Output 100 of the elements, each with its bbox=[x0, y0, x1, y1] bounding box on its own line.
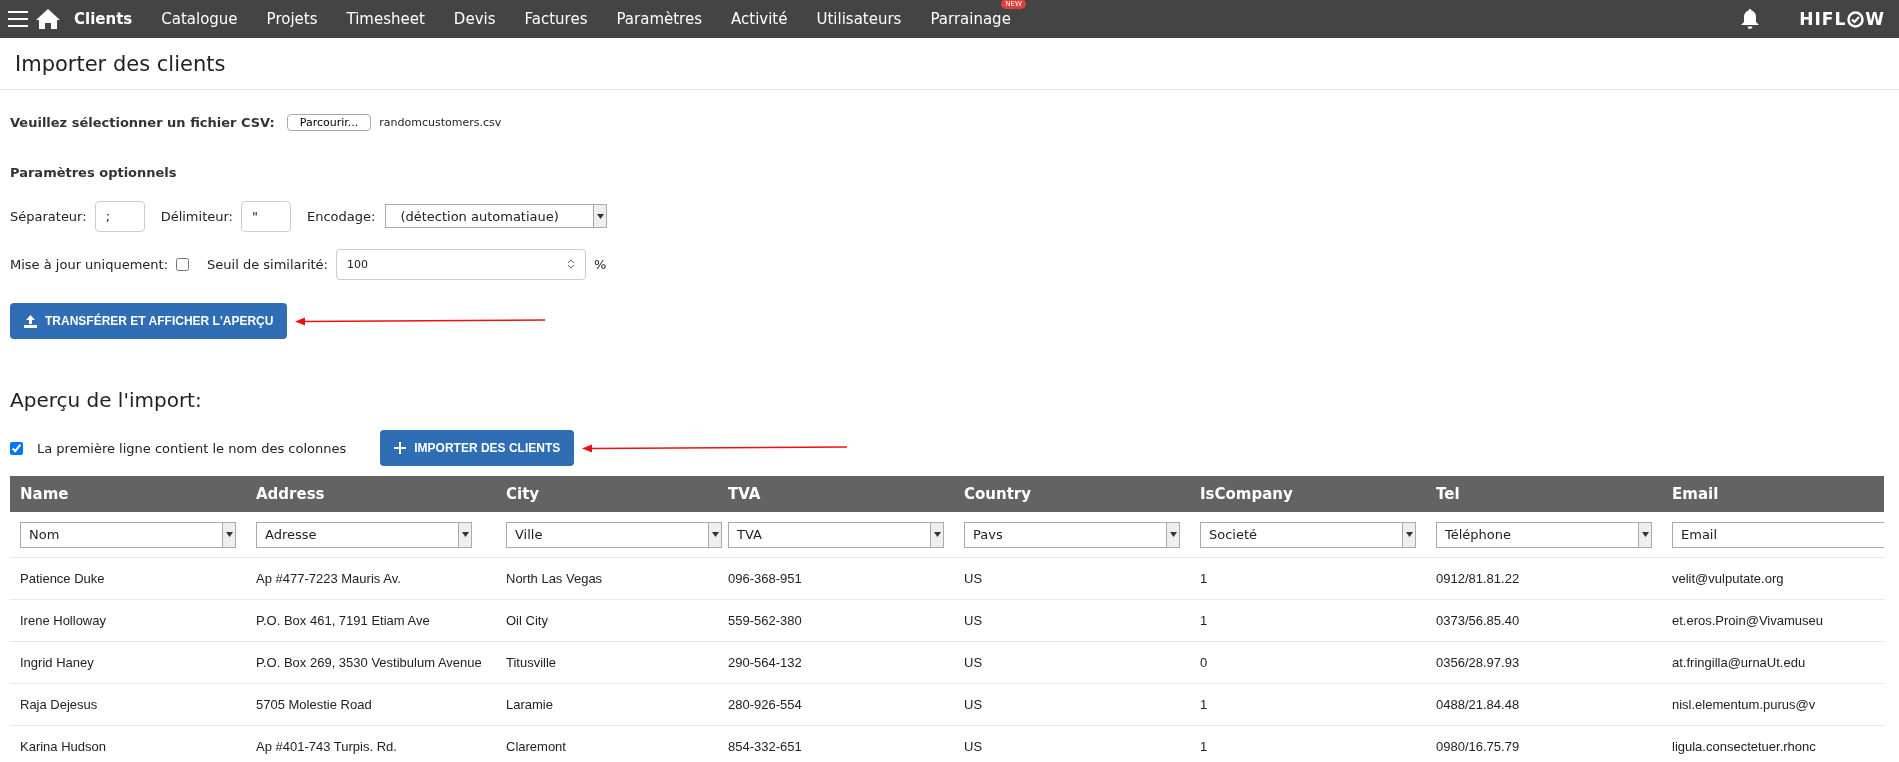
table-cell-text: et.eros.Proin@Vivamuseu bbox=[1671, 613, 1824, 628]
browse-button[interactable]: Parcourir... bbox=[286, 113, 372, 131]
encoding-select[interactable]: (détection automatiaue) bbox=[385, 204, 608, 228]
table-cell-text: 1 bbox=[1199, 613, 1209, 628]
field-label: Seuil de similarité: bbox=[207, 256, 328, 272]
column-header: City bbox=[505, 485, 541, 503]
column-header: Name bbox=[19, 485, 70, 503]
delimiter-field[interactable]: " bbox=[240, 200, 291, 232]
similarity-field[interactable]: 100 bbox=[336, 248, 586, 280]
table-cell-text: 854-332-651 bbox=[727, 739, 803, 754]
caret-icon bbox=[1641, 532, 1649, 537]
table-cell-text: 5705 Molestie Road bbox=[255, 697, 373, 712]
table-cell-text: nisl.elementum.purus@v bbox=[1671, 697, 1817, 712]
table-cell-text: North Las Vegas bbox=[505, 571, 604, 586]
upload-icon bbox=[24, 314, 37, 328]
file-name: randomcustomers.csv bbox=[379, 115, 502, 129]
file-label: Veuillez sélectionner un fichier CSV: bbox=[10, 114, 275, 130]
table-cell-text: Ap #477-7223 Mauris Av. bbox=[255, 571, 402, 586]
caret-icon bbox=[933, 532, 941, 537]
table-cell-text: Oil City bbox=[505, 613, 549, 628]
table-cell-text: Irene Holloway bbox=[19, 613, 107, 628]
table-cell-text: US bbox=[963, 655, 984, 670]
logo-text: W bbox=[1865, 9, 1885, 29]
table-cell-text: 0373/56.85.40 bbox=[1435, 613, 1521, 628]
table-cell-text: Claremont bbox=[505, 739, 567, 754]
nav-link[interactable]: Catalogue bbox=[161, 10, 238, 28]
nav-link[interactable]: Projets bbox=[266, 10, 318, 28]
nav-link[interactable]: Clients bbox=[74, 10, 133, 28]
table-cell-text: Ingrid Haney bbox=[19, 655, 95, 670]
nav-link[interactable]: Paramètres bbox=[616, 10, 702, 28]
table-cell-text: 0980/16.75.79 bbox=[1435, 739, 1521, 754]
table-cell-text: US bbox=[963, 739, 984, 754]
plus-icon bbox=[394, 442, 407, 454]
column-header: Country bbox=[963, 485, 1033, 503]
column-mapping-select[interactable]: Téléphone bbox=[1436, 521, 1652, 548]
table-cell-text: ligula.consectetuer.rhonc bbox=[1671, 739, 1817, 754]
column-header: TVA bbox=[727, 485, 762, 503]
column-mapping-select[interactable]: Nom bbox=[20, 521, 236, 548]
caret-icon bbox=[225, 532, 233, 537]
table-cell-text: Raja Dejesus bbox=[19, 697, 99, 712]
update-only-checkbox[interactable] bbox=[176, 257, 190, 271]
column-mapping-select[interactable]: Ville bbox=[506, 521, 722, 548]
table-cell-text: Titusville bbox=[505, 655, 558, 670]
separator-field[interactable]: ; bbox=[94, 200, 145, 232]
nav-link[interactable]: Activité bbox=[731, 10, 788, 28]
table-cell-text: 0356/28.97.93 bbox=[1435, 655, 1521, 670]
table-cell-text: US bbox=[963, 571, 984, 586]
table-cell-text: 280-926-554 bbox=[727, 697, 803, 712]
nav-link[interactable]: Parrainage bbox=[930, 10, 1011, 28]
percent-unit: % bbox=[594, 256, 607, 272]
table-cell-text: US bbox=[963, 613, 984, 628]
section-heading: Aperçu de l'import: bbox=[10, 387, 203, 414]
nav-link[interactable]: Factures bbox=[524, 10, 588, 28]
table-cell-text: Patience Duke bbox=[19, 571, 106, 586]
section-heading: Paramètres optionnels bbox=[10, 164, 177, 180]
table-cell-text: Laramie bbox=[505, 697, 554, 712]
checkbox-label: La première ligne contient le nom des colonnes bbox=[37, 440, 347, 456]
table-cell-text: US bbox=[963, 697, 984, 712]
nav-link[interactable]: Utilisateurs bbox=[816, 10, 902, 28]
table-cell-text: 0 bbox=[1199, 655, 1209, 670]
page-title: Importer des clients bbox=[0, 38, 1899, 90]
spinner-icon bbox=[567, 258, 575, 270]
import-clients-button[interactable]: IMPORTER DES CLIENTS bbox=[380, 430, 575, 466]
logo-text: HIFL bbox=[1799, 9, 1847, 29]
table-cell-text: velit@vulputate.org bbox=[1671, 571, 1785, 586]
column-mapping-select[interactable]: TVA bbox=[728, 521, 944, 548]
column-mapping-select[interactable]: Adresse bbox=[256, 521, 472, 548]
table-cell-text: 559-562-380 bbox=[727, 613, 803, 628]
table-cell-text: 096-368-951 bbox=[727, 571, 803, 586]
table-cell-text: Ap #401-743 Turpis. Rd. bbox=[255, 739, 398, 754]
nav-link[interactable]: Timesheet bbox=[346, 10, 425, 28]
column-header: Email bbox=[1671, 485, 1720, 503]
column-mapping-select[interactable]: Pavs bbox=[964, 521, 1180, 548]
column-mapping-select[interactable]: Societé bbox=[1200, 521, 1416, 548]
table-cell-text: at.fringilla@urnaUt.edu bbox=[1671, 655, 1807, 670]
nav-link[interactable]: Devis bbox=[453, 10, 496, 28]
upload-preview-button[interactable]: TRANSFÉRER ET AFFICHER L'APERÇU bbox=[10, 303, 288, 339]
table-cell-text: Karina Hudson bbox=[19, 739, 107, 754]
table-cell-text: 290-564-132 bbox=[727, 655, 803, 670]
caret-icon bbox=[461, 532, 469, 537]
caret-icon bbox=[1169, 532, 1177, 537]
caret-icon bbox=[596, 213, 604, 219]
field-label: Encodage: bbox=[306, 208, 376, 224]
table-cell-text: 0488/21.84.48 bbox=[1435, 697, 1521, 712]
menu-icon[interactable] bbox=[8, 11, 28, 27]
home-icon[interactable] bbox=[36, 9, 60, 29]
check-circle-icon bbox=[1847, 10, 1865, 28]
table-cell-text: P.O. Box 461, 7191 Etiam Ave bbox=[255, 613, 431, 628]
table-cell-text: P.O. Box 269, 3530 Vestibulum Avenue bbox=[255, 655, 483, 670]
field-label: Délimiteur: bbox=[160, 208, 233, 224]
column-header: IsCompany bbox=[1199, 485, 1294, 503]
caret-icon bbox=[711, 532, 719, 537]
column-header: Tel bbox=[1435, 485, 1461, 503]
field-label: Séparateur: bbox=[10, 208, 87, 224]
table-cell-text: 1 bbox=[1199, 739, 1209, 754]
column-header: Address bbox=[255, 485, 326, 503]
table-cell-text: 1 bbox=[1199, 697, 1209, 712]
bell-icon[interactable] bbox=[1741, 9, 1760, 29]
header-row-checkbox[interactable] bbox=[10, 441, 23, 455]
column-mapping-select[interactable]: Email bbox=[1672, 521, 1884, 548]
